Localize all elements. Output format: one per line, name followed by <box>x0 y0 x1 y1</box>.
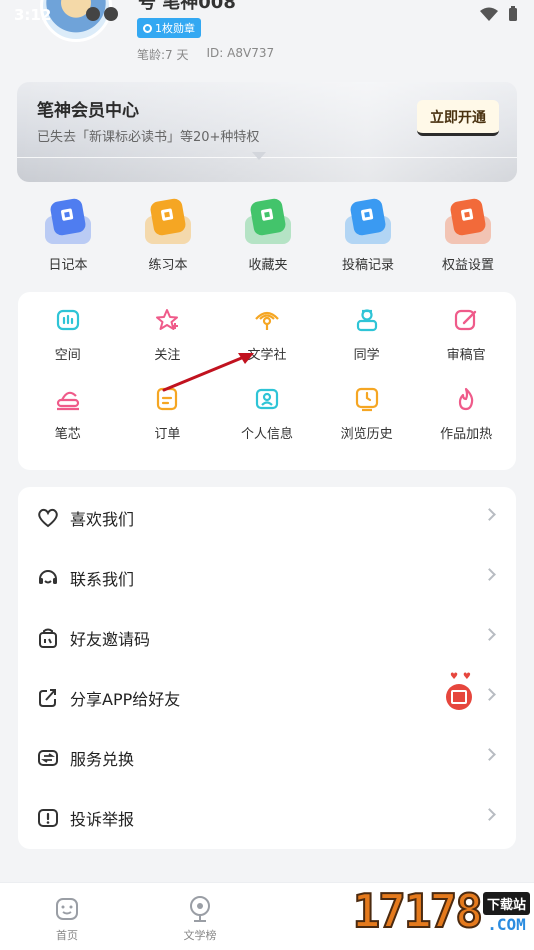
list-item-like-us[interactable]: 喜欢我们 <box>18 488 516 548</box>
status-right-icons <box>480 6 518 22</box>
grid-item-history[interactable]: 浏览历史 <box>317 385 417 442</box>
username: 号 笔神008 <box>138 0 236 13</box>
chevron-right-icon <box>483 688 496 701</box>
tool-label: 练习本 <box>148 258 188 273</box>
medal-badge-label: 1枚勋章 <box>155 22 195 35</box>
settings-list-panel: 喜欢我们 联系我们 好友邀请码 分享APP给好友 ♥ ♥ 服务兑换 投诉举报 <box>18 487 516 849</box>
chevron-right-icon <box>483 808 496 821</box>
annotation-arrow-icon <box>162 353 254 392</box>
vip-open-button[interactable]: 立即开通 <box>417 100 499 136</box>
history-icon <box>353 385 381 413</box>
ticket-icon <box>36 746 60 770</box>
nav-home[interactable]: 首页 <box>32 895 102 943</box>
watermark-tag: 下载站 .COM <box>482 892 530 934</box>
site-watermark: 17178 下载站 .COM <box>351 884 530 938</box>
invite-code-icon <box>36 626 60 650</box>
vip-title: 笔神会员中心 <box>37 101 139 121</box>
chevron-right-icon <box>483 628 496 641</box>
watermark-tag-label: 下载站 <box>482 892 530 915</box>
grid-item-label: 作品加热 <box>440 427 493 442</box>
nav-label: 首页 <box>56 929 78 942</box>
battery-icon <box>509 6 517 21</box>
user-id: ID: A8V737 <box>206 46 275 60</box>
tool-label: 收藏夹 <box>248 258 288 273</box>
status-time: 3:12 <box>14 6 52 24</box>
vip-subtitle: 已失去「新课标必读书」等20+种特权 <box>37 130 260 145</box>
exercise-book-icon <box>145 197 191 244</box>
list-item-contact-us[interactable]: 联系我们 <box>18 548 516 608</box>
hearts-decoration-icon: ♥ ♥ <box>450 672 472 682</box>
grid-item-pen-refill[interactable]: 笔芯 <box>18 385 118 442</box>
chevron-right-icon <box>483 748 496 761</box>
tool-favorites[interactable]: 收藏夹 <box>218 197 318 273</box>
grid-item-space[interactable]: 空间 <box>18 306 118 363</box>
trophy-icon <box>190 896 210 922</box>
grid-item-label: 审稿官 <box>446 348 486 363</box>
diary-icon <box>45 197 91 244</box>
benefit-settings-icon <box>445 197 491 244</box>
vip-divider <box>17 157 517 158</box>
chevron-right-icon <box>483 508 496 521</box>
grid-item-label: 笔芯 <box>54 427 81 442</box>
grid-item-label: 订单 <box>154 427 181 442</box>
heart-icon <box>36 506 60 530</box>
watermark-number: 17178 <box>351 884 483 938</box>
tool-label: 日记本 <box>48 258 88 273</box>
grid-item-label: 空间 <box>54 348 81 363</box>
tool-diary[interactable]: 日记本 <box>18 197 118 273</box>
tool-benefit-settings[interactable]: 权益设置 <box>418 197 518 273</box>
grid-item-boost[interactable]: 作品加热 <box>416 385 516 442</box>
gift-icon <box>446 684 472 710</box>
tool-label: 投稿记录 <box>341 258 394 273</box>
vip-card[interactable]: 笔神会员中心 已失去「新课标必读书」等20+种特权 立即开通 <box>17 82 517 182</box>
grid-item-label: 同学 <box>353 348 380 363</box>
feature-grid-panel: 空间 关注 文学社 同学 审稿官 笔芯 订单 个人信息 浏览历史 作品加热 <box>18 292 516 470</box>
reviewer-icon <box>452 306 480 334</box>
medal-badge[interactable]: 1枚勋章 <box>137 18 201 38</box>
submission-record-icon <box>345 197 391 244</box>
list-item-label: 喜欢我们 <box>70 510 135 529</box>
report-icon <box>36 806 60 830</box>
list-item-share-app[interactable]: 分享APP给好友 ♥ ♥ <box>18 668 516 728</box>
grid-item-reviewer[interactable]: 审稿官 <box>416 306 516 363</box>
status-notification-icons <box>86 7 118 21</box>
tool-exercise-book[interactable]: 练习本 <box>118 197 218 273</box>
vip-notch <box>252 152 266 160</box>
classmate-icon <box>353 306 381 334</box>
notification-icon <box>104 7 118 21</box>
watermark-domain: .COM <box>487 915 526 934</box>
feature-grid: 空间 关注 文学社 同学 审稿官 笔芯 订单 个人信息 浏览历史 作品加热 <box>18 306 516 442</box>
flame-icon <box>452 385 480 413</box>
list-item-label: 服务兑换 <box>70 750 135 769</box>
wifi-icon <box>480 7 498 21</box>
list-item-label: 好友邀请码 <box>70 630 151 649</box>
grid-item-label: 个人信息 <box>240 427 293 442</box>
tool-label: 权益设置 <box>441 258 494 273</box>
home-icon <box>56 898 78 920</box>
pen-refill-icon <box>54 385 82 413</box>
list-item-label: 联系我们 <box>70 570 135 589</box>
literature-club-icon <box>253 306 281 334</box>
headset-icon <box>36 566 60 590</box>
list-item-redeem-service[interactable]: 服务兑换 <box>18 728 516 788</box>
favorites-icon <box>245 197 291 244</box>
grid-item-classmates[interactable]: 同学 <box>317 306 417 363</box>
chevron-right-icon <box>483 568 496 581</box>
space-icon <box>54 306 82 334</box>
medal-icon <box>143 23 152 33</box>
list-item-report[interactable]: 投诉举报 <box>18 788 516 848</box>
tool-submissions[interactable]: 投稿记录 <box>318 197 418 273</box>
grid-item-label: 浏览历史 <box>340 427 393 442</box>
writing-age: 笔龄:7 天 <box>137 48 189 62</box>
list-item-invite-code[interactable]: 好友邀请码 <box>18 608 516 668</box>
profile-meta: 笔龄:7 天 ID: A8V737 <box>137 46 274 63</box>
nav-label: 文学榜 <box>183 929 217 942</box>
notification-icon <box>86 7 100 21</box>
quick-tools-row: 日记本 练习本 收藏夹 投稿记录 权益设置 <box>18 197 518 273</box>
share-icon <box>36 686 60 710</box>
nav-literature-rank[interactable]: 文学榜 <box>165 895 235 943</box>
follow-star-icon <box>153 306 181 334</box>
list-item-label: 投诉举报 <box>70 810 135 829</box>
list-item-label: 分享APP给好友 <box>70 690 181 709</box>
